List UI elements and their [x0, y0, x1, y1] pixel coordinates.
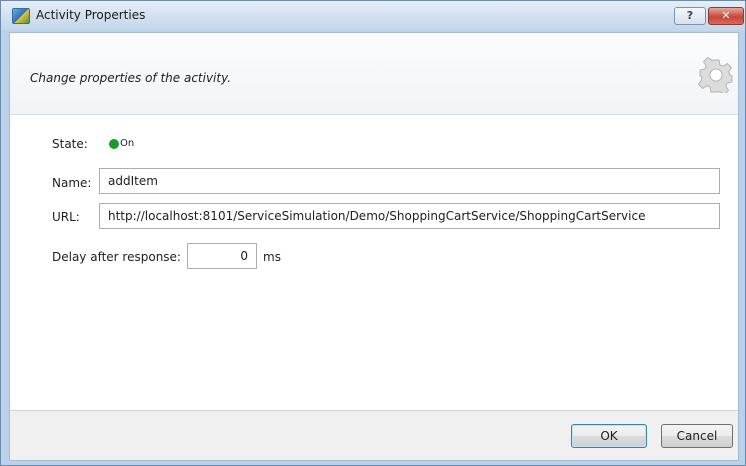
- title-bar[interactable]: Activity Properties ? ✕: [1, 1, 745, 31]
- state-indicator-icon: [109, 139, 119, 149]
- help-button[interactable]: ?: [674, 7, 706, 25]
- dialog-footer: OK Cancel: [10, 410, 738, 460]
- delay-label: Delay after response:: [52, 250, 181, 264]
- app-icon: [12, 8, 30, 24]
- url-label: URL:: [52, 210, 80, 224]
- state-value: On: [120, 138, 135, 149]
- state-label: State:: [52, 137, 88, 151]
- dialog-header: Change properties of the activity.: [10, 33, 738, 115]
- close-button[interactable]: ✕: [708, 7, 744, 25]
- delay-unit: ms: [263, 250, 281, 264]
- delay-input[interactable]: [187, 243, 257, 269]
- name-label: Name:: [52, 176, 92, 190]
- dialog-content: Change properties of the activity. State…: [9, 32, 739, 461]
- dialog-window: Activity Properties ? ✕ Change propertie…: [0, 0, 746, 466]
- name-input[interactable]: [99, 168, 720, 194]
- ok-button[interactable]: OK: [571, 424, 647, 448]
- url-input[interactable]: [99, 203, 720, 229]
- cancel-button[interactable]: Cancel: [661, 424, 733, 448]
- dialog-subtitle: Change properties of the activity.: [30, 71, 232, 85]
- gear-icon: [698, 57, 733, 93]
- window-title: Activity Properties: [36, 8, 146, 22]
